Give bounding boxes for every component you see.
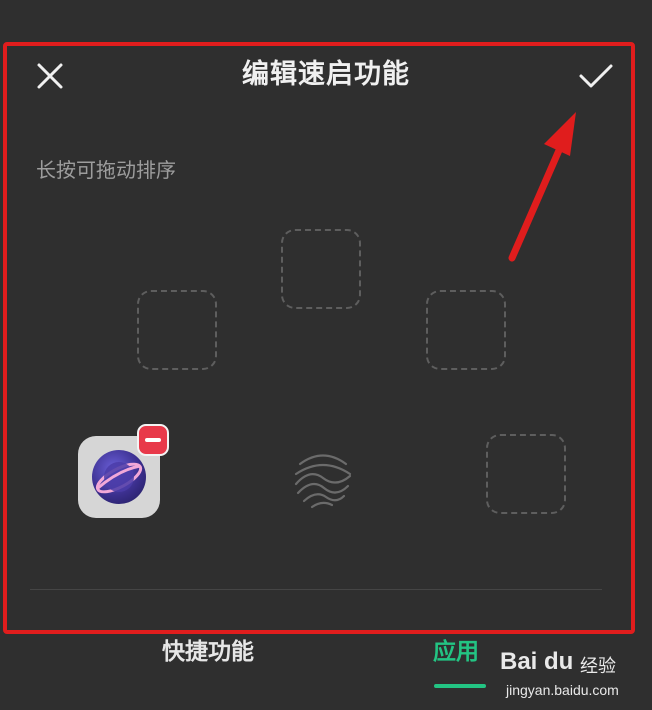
fingerprint-icon[interactable] bbox=[288, 442, 358, 512]
drag-hint-text: 长按可拖动排序 bbox=[36, 158, 176, 182]
tab-apps[interactable]: 应用 bbox=[433, 632, 479, 666]
active-tab-indicator bbox=[434, 684, 486, 688]
confirm-button[interactable] bbox=[572, 52, 620, 100]
watermark-url: jingyan.baidu.com bbox=[506, 682, 619, 698]
annotation-arrow-icon bbox=[508, 112, 576, 262]
empty-slot[interactable] bbox=[281, 229, 361, 309]
watermark-logo: Bai du bbox=[500, 648, 574, 675]
divider bbox=[30, 589, 602, 590]
page-title: 编辑速启功能 bbox=[242, 59, 410, 90]
watermark-text: 经验 bbox=[580, 656, 616, 677]
tab-shortcuts[interactable]: 快捷功能 bbox=[162, 632, 254, 666]
remove-badge[interactable] bbox=[137, 424, 169, 456]
empty-slot[interactable] bbox=[426, 290, 506, 370]
baidu-watermark: Bai du 经验 jingyan.baidu.com bbox=[500, 648, 650, 708]
checkmark-icon bbox=[579, 64, 613, 88]
empty-slot[interactable] bbox=[137, 290, 217, 370]
empty-slot[interactable] bbox=[486, 434, 566, 514]
planet-browser-icon bbox=[92, 450, 146, 504]
minus-icon bbox=[145, 438, 161, 442]
